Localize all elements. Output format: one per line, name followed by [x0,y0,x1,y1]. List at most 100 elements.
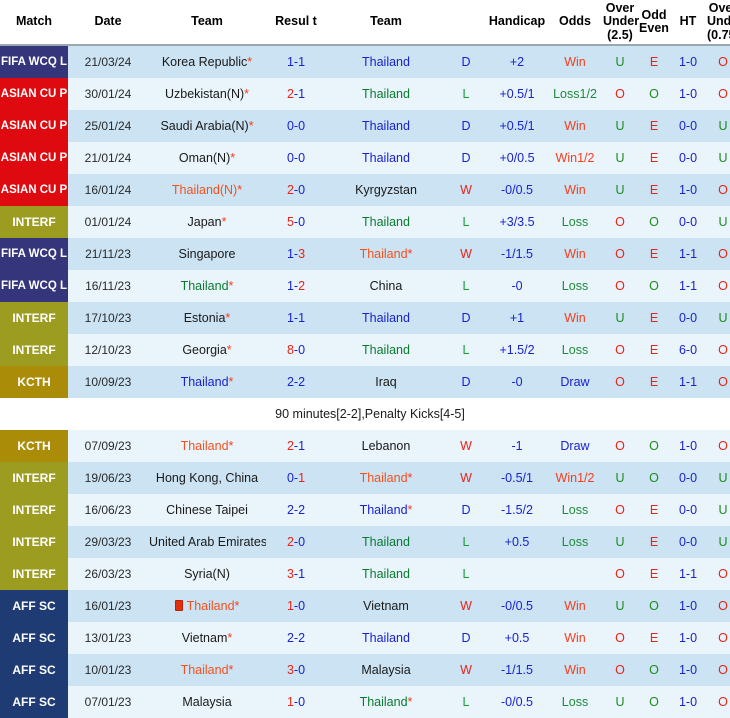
table-row[interactable]: INTERF 19/06/23 Hong Kong, China 0-1 Thailan… [0,462,730,494]
column-header-odd_even[interactable]: Odd Even [638,0,670,46]
home-team-cell[interactable]: United Arab Emirates* [148,526,266,558]
table-row[interactable]: INTERF 17/10/23 Estonia* 1-1 Thailand D +1 Win U… [0,302,730,334]
league-badge-cell[interactable]: INTERF [0,494,68,526]
table-row[interactable]: AFF SC 07/01/23 Malaysia 1-0 Thailand* L -0/0.… [0,686,730,718]
column-header-wdl[interactable] [446,0,486,46]
match-result-score[interactable]: 1-1 [266,302,326,334]
table-row[interactable]: INTERF 16/06/23 Chinese Taipei 2-2 Thailand*… [0,494,730,526]
away-team-name[interactable]: Thailand [362,631,410,645]
home-team-name[interactable]: Korea Republic* [162,55,252,69]
away-team-cell[interactable]: Kyrgyzstan [326,174,446,206]
home-team-name[interactable]: Malaysia [182,695,231,709]
away-team-cell[interactable]: Malaysia [326,654,446,686]
away-team-name[interactable]: Thailand [362,87,410,101]
home-team-cell[interactable]: Thailand* [148,654,266,686]
column-header-result[interactable]: Resul t [266,0,326,46]
home-team-cell[interactable]: Oman(N)* [148,142,266,174]
home-team-name[interactable]: Estonia* [184,311,231,325]
away-team-cell[interactable]: Thailand [326,526,446,558]
match-result-score[interactable]: 0-0 [266,142,326,174]
column-header-ht[interactable]: HT [670,0,706,46]
home-team-cell[interactable]: Singapore [148,238,266,270]
match-result-score[interactable]: 2-2 [266,622,326,654]
away-team-name[interactable]: Lebanon [362,439,411,453]
home-team-name[interactable]: Syria(N) [184,567,230,581]
away-team-cell[interactable]: Thailand [326,78,446,110]
league-badge-cell[interactable]: FIFA WCQ L [0,45,68,78]
home-team-name[interactable]: Singapore [179,247,236,261]
column-header-over_under_075[interactable]: Over Under (0.75) [706,0,730,46]
league-badge-cell[interactable]: ASIAN CU P [0,78,68,110]
home-team-cell[interactable]: Vietnam* [148,622,266,654]
match-result-score[interactable]: 1-0 [266,590,326,622]
table-row[interactable]: FIFA WCQ L 16/11/23 Thailand* 1-2 China L -0 Lo… [0,270,730,302]
away-team-name[interactable]: Thailand [362,215,410,229]
match-result-score[interactable]: 0-1 [266,462,326,494]
league-badge-cell[interactable]: INTERF [0,526,68,558]
match-result-score[interactable]: 1-2 [266,270,326,302]
league-badge-cell[interactable]: AFF SC [0,686,68,718]
away-team-cell[interactable]: Thailand [326,110,446,142]
table-row[interactable]: FIFA WCQ L 21/03/24 Korea Republic* 1-1 Thai… [0,45,730,78]
league-badge-cell[interactable]: AFF SC [0,590,68,622]
column-header-handicap[interactable]: Handicap [486,0,548,46]
column-header-over_under_25[interactable]: Over Under (2.5) [602,0,639,46]
home-team-name[interactable]: Uzbekistan(N)* [165,87,249,101]
table-row[interactable]: FIFA WCQ L 21/11/23 Singapore 1-3 Thailand* W… [0,238,730,270]
away-team-name[interactable]: Vietnam [363,599,409,613]
away-team-name[interactable]: Thailand* [360,503,413,517]
league-badge-cell[interactable]: INTERF [0,334,68,366]
table-row[interactable]: ASIAN CU P 16/01/24 Thailand(N)* 2-0 Kyrgyzs… [0,174,730,206]
league-badge-cell[interactable]: INTERF [0,206,68,238]
match-result-score[interactable]: 2-1 [266,78,326,110]
table-row[interactable]: INTERF 01/01/24 Japan* 5-0 Thailand L +3/3.5 Lo… [0,206,730,238]
home-team-name[interactable]: Vietnam* [182,631,233,645]
home-team-cell[interactable]: Estonia* [148,302,266,334]
match-result-score[interactable]: 2-1 [266,430,326,462]
match-result-score[interactable]: 2-0 [266,174,326,206]
league-badge-cell[interactable]: FIFA WCQ L [0,238,68,270]
home-team-cell[interactable]: Thailand* [148,366,266,398]
away-team-name[interactable]: Thailand* [360,471,413,485]
home-team-name[interactable]: Thailand* [181,663,234,677]
league-badge-cell[interactable]: AFF SC [0,622,68,654]
home-team-name[interactable]: Thailand* [181,439,234,453]
table-row[interactable]: KCTH 10/09/23 Thailand* 2-2 Iraq D -0 Draw O E 1-1… [0,366,730,398]
home-team-name[interactable]: Oman(N)* [179,151,235,165]
away-team-name[interactable]: Thailand* [360,247,413,261]
home-team-cell[interactable]: Thailand* [148,270,266,302]
home-team-cell[interactable]: Georgia* [148,334,266,366]
table-row[interactable]: ASIAN CU P 25/01/24 Saudi Arabia(N)* 0-0 Tha… [0,110,730,142]
column-header-match[interactable]: Match [0,0,68,46]
league-badge-cell[interactable]: KCTH [0,430,68,462]
table-row[interactable]: ASIAN CU P 30/01/24 Uzbekistan(N)* 2-1 Thail… [0,78,730,110]
league-badge-cell[interactable]: INTERF [0,462,68,494]
table-row[interactable]: AFF SC 16/01/23 Thailand* 1-0 Vietnam W -0/0.5… [0,590,730,622]
home-team-cell[interactable]: Thailand(N)* [148,174,266,206]
league-badge-cell[interactable]: ASIAN CU P [0,142,68,174]
away-team-cell[interactable]: Thailand* [326,494,446,526]
away-team-name[interactable]: Iraq [375,375,397,389]
league-badge-cell[interactable]: ASIAN CU P [0,174,68,206]
home-team-cell[interactable]: Chinese Taipei [148,494,266,526]
away-team-name[interactable]: Kyrgyzstan [355,183,417,197]
home-team-cell[interactable]: Korea Republic* [148,45,266,78]
away-team-cell[interactable]: Thailand [326,622,446,654]
away-team-name[interactable]: Malaysia [361,663,410,677]
table-row[interactable]: ASIAN CU P 21/01/24 Oman(N)* 0-0 Thailand D +0… [0,142,730,174]
column-header-team_home[interactable]: Team [148,0,266,46]
away-team-cell[interactable]: Lebanon [326,430,446,462]
match-result-score[interactable]: 2-2 [266,366,326,398]
table-row[interactable]: INTERF 26/03/23 Syria(N) 3-1 Thailand L O E 1-1 O [0,558,730,590]
home-team-cell[interactable]: Syria(N) [148,558,266,590]
away-team-name[interactable]: Thailand [362,151,410,165]
match-result-score[interactable]: 3-1 [266,558,326,590]
home-team-cell[interactable]: Thailand* [148,590,266,622]
home-team-name[interactable]: Thailand* [181,279,234,293]
away-team-name[interactable]: Thailand [362,311,410,325]
home-team-name[interactable]: Thailand(N)* [172,183,242,197]
match-result-score[interactable]: 3-0 [266,654,326,686]
column-header-odds[interactable]: Odds [548,0,602,46]
away-team-cell[interactable]: Thailand* [326,686,446,718]
away-team-cell[interactable]: Thailand [326,302,446,334]
